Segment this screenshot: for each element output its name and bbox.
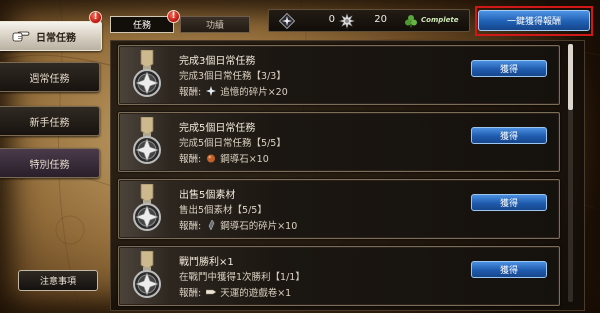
quest-progress: 售出5個素材【5/5】	[179, 205, 267, 216]
quest-title: 戰鬥勝利×1	[179, 257, 234, 268]
tab-merits[interactable]: 功績	[180, 16, 250, 33]
reward-item: 追憶的碎片×20	[220, 87, 288, 98]
reward-item: 鋼導石×10	[220, 154, 269, 165]
medal-icon	[133, 184, 161, 231]
sidebar-item-label: 日常任務	[36, 32, 76, 44]
claim-reward-button[interactable]: 獲得	[471, 261, 547, 278]
complete-label: Complete	[421, 16, 459, 24]
highlight-outline	[475, 6, 593, 36]
claim-reward-button[interactable]: 獲得	[471, 60, 547, 77]
tab-quests[interactable]: 任務	[110, 16, 174, 33]
notice-button[interactable]: 注意事項	[18, 270, 98, 291]
quest-card: 完成3個日常任務 完成3個日常任務【3/3】 報酬: 追憶的碎片×20 獲得	[118, 45, 560, 105]
quest-reward: 報酬: 鋼導石×10	[179, 151, 269, 165]
medal-icon	[133, 50, 161, 97]
crystal-diamond-icon	[279, 13, 295, 29]
medal-icon	[133, 251, 161, 298]
quest-card: 出售5個素材 售出5個素材【5/5】 報酬: 鋼導石的碎片×10 獲得	[118, 179, 560, 239]
quest-card: 完成5個日常任務 完成5個日常任務【5/5】 報酬: 鋼導石×10 獲得	[118, 112, 560, 172]
pointer-hand-icon	[12, 31, 30, 42]
sidebar-item-weekly[interactable]: 週常任務	[0, 62, 100, 92]
reward-label: 報酬:	[179, 154, 202, 165]
scrollbar-thumb[interactable]	[568, 44, 573, 110]
currency-value: 20	[374, 14, 387, 25]
reward-item: 天運的遊戲卷×1	[220, 288, 292, 299]
clover-icon	[405, 15, 417, 28]
quest-reward: 報酬: 追憶的碎片×20	[179, 84, 288, 98]
currency-bar: 0 20 Complete	[268, 9, 470, 32]
quest-title: 完成5個日常任務	[179, 123, 256, 134]
quest-reward: 報酬: 鋼導石的碎片×10	[179, 218, 297, 232]
claim-reward-button[interactable]: 獲得	[471, 127, 547, 144]
sidebar-item-daily[interactable]: 日常任務	[0, 21, 102, 51]
medal-icon	[133, 117, 161, 164]
quest-progress: 完成5個日常任務【5/5】	[179, 138, 286, 149]
quest-title: 出售5個素材	[179, 190, 236, 201]
reward-label: 報酬:	[179, 87, 202, 98]
reward-item: 鋼導石的碎片×10	[220, 221, 298, 232]
quest-reward: 報酬: 天運的遊戲卷×1	[179, 285, 291, 299]
ticket-icon	[206, 289, 217, 295]
quest-progress: 完成3個日常任務【3/3】	[179, 71, 286, 82]
sidebar-item-beginner[interactable]: 新手任務	[0, 106, 100, 136]
quest-title: 完成3個日常任務	[179, 56, 256, 67]
claim-reward-button[interactable]: 獲得	[471, 194, 547, 211]
quest-progress: 在戰鬥中獲得1次勝利【1/1】	[179, 272, 305, 283]
starburst-icon	[339, 13, 355, 29]
quest-card: 戰鬥勝利×1 在戰鬥中獲得1次勝利【1/1】 報酬: 天運的遊戲卷×1 獲得	[118, 246, 560, 306]
tab-alert-badge: !	[167, 10, 180, 23]
stone-shard-icon	[208, 220, 215, 230]
reward-label: 報酬:	[179, 221, 202, 232]
sidebar-item-special[interactable]: 特別任務	[0, 148, 100, 178]
currency-value: 0	[328, 14, 335, 25]
reward-label: 報酬:	[179, 288, 202, 299]
sidebar-alert-badge: !	[89, 11, 102, 24]
guide-stone-icon	[207, 154, 216, 163]
memory-shard-icon	[206, 86, 217, 96]
